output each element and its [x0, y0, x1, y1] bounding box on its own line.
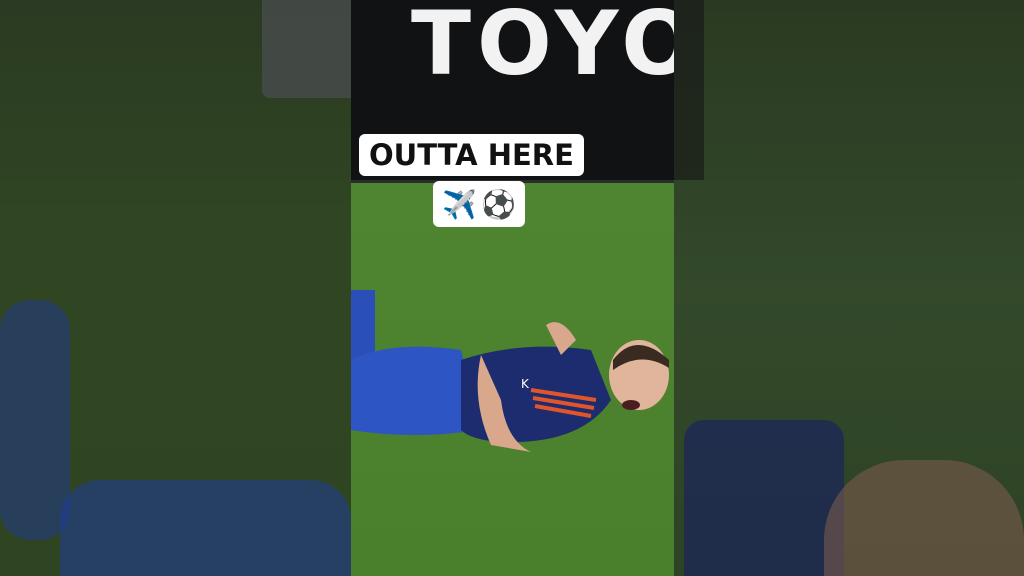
jersey-sponsor-logo: K: [521, 377, 530, 391]
blurred-background-left: [0, 0, 351, 576]
board-text: TOYO: [411, 0, 674, 95]
player-mouth: [622, 400, 640, 410]
airplane-icon: ✈️: [442, 187, 477, 221]
blurred-background-right: [674, 0, 1024, 576]
caption-emoji: ✈️ ⚽: [433, 181, 525, 227]
soccer-player: K: [351, 290, 669, 452]
video-frame[interactable]: TOYO K OUTTA HERE ✈️ ⚽: [351, 0, 674, 576]
player-leg: [351, 290, 375, 360]
video-caption: OUTTA HERE: [359, 134, 584, 176]
soccer-ball-icon: ⚽: [481, 187, 516, 221]
